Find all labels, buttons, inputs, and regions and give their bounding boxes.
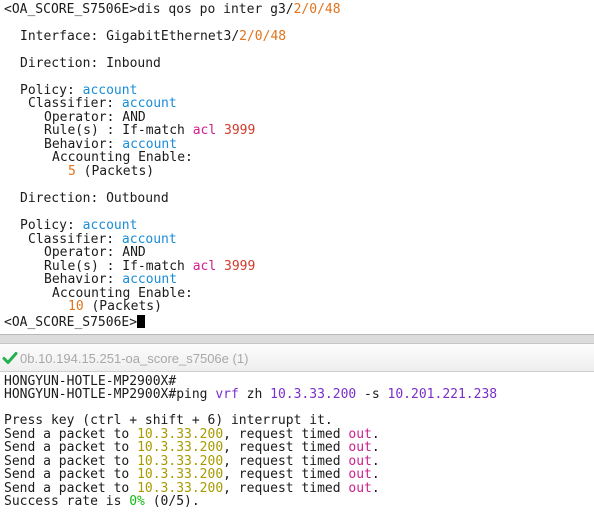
vrf-name: zh bbox=[238, 387, 271, 402]
send-text: , request timed bbox=[223, 467, 349, 482]
terminal-line: HONGYUN-HOTLE-MP2900X#ping vrf zh 10.3.3… bbox=[4, 388, 497, 402]
command-text: dis qos po inter g3/ bbox=[137, 2, 294, 17]
send-text: . bbox=[371, 467, 380, 482]
terminal-line: <OA_SCORE_S7506E> bbox=[4, 315, 146, 330]
terminal-line: Classifier: account bbox=[28, 97, 177, 111]
direction-inbound: Direction: Inbound bbox=[20, 56, 161, 71]
text-cursor bbox=[137, 315, 146, 328]
timeout-text: out bbox=[348, 467, 372, 482]
classifier-label: Classifier: bbox=[28, 96, 122, 111]
press-key-line: Press key (ctrl + shift + 6) interrupt i… bbox=[4, 413, 333, 428]
packet-count: 10 bbox=[68, 299, 84, 314]
send-text: , request timed bbox=[223, 481, 349, 496]
success-label: Success rate is bbox=[4, 494, 130, 509]
terminal-line: 5 (Packets) bbox=[68, 165, 154, 179]
send-text: Send a packet to bbox=[4, 467, 138, 482]
classifier-name: account bbox=[121, 96, 177, 111]
ip-address: 10.3.33.200 bbox=[270, 387, 357, 402]
terminal-line: Rule(s) : If-match acl 3999 bbox=[44, 124, 255, 138]
terminal-line: Interface: GigabitEthernet3/2/0/48 bbox=[20, 30, 286, 44]
packet-count: 5 bbox=[68, 164, 76, 179]
ip-address: 10.3.33.200 bbox=[137, 440, 224, 455]
operator-line: Operator: AND bbox=[44, 245, 146, 260]
option-text: -s bbox=[356, 387, 388, 402]
terminal-line: Behavior: account bbox=[44, 273, 177, 287]
acl-number: 3999 bbox=[224, 259, 256, 274]
send-packet-line: Send a packet to 10.3.33.200, request ti… bbox=[4, 441, 380, 455]
packets-label: (Packets) bbox=[75, 164, 155, 179]
vrf-keyword: vrf bbox=[215, 387, 239, 402]
session-tab-bar: 0b.10.194.15.251-oa_score_s7506e (1) bbox=[0, 344, 594, 372]
terminal-line: 10 (Packets) bbox=[68, 300, 162, 314]
interface-number: 2/0/48 bbox=[239, 29, 287, 44]
command-text: ping bbox=[176, 387, 216, 402]
timeout-text: out bbox=[348, 440, 372, 455]
ip-address: 10.3.33.200 bbox=[137, 467, 224, 482]
session-tab-title[interactable]: 0b.10.194.15.251-oa_score_s7506e (1) bbox=[20, 351, 248, 366]
success-percent: 0% bbox=[129, 494, 145, 509]
behavior-name: account bbox=[122, 272, 178, 287]
behavior-label: Behavior: bbox=[44, 272, 123, 287]
acl-number: 3999 bbox=[224, 123, 256, 138]
send-text: . bbox=[371, 481, 380, 496]
send-packet-line: Send a packet to 10.3.33.200, request ti… bbox=[4, 468, 380, 482]
send-text: , request timed bbox=[223, 440, 349, 455]
accounting-line: Accounting Enable: bbox=[52, 150, 193, 165]
success-rate-line: Success rate is 0% (0/5). bbox=[4, 495, 200, 509]
number-text: 2/0/48 bbox=[293, 2, 341, 17]
terminal-line: <OA_SCORE_S7506E>dis qos po inter g3/2/0… bbox=[4, 3, 341, 17]
success-end: . bbox=[191, 494, 200, 509]
policy-label: Policy: bbox=[20, 218, 83, 233]
prompt: <OA_SCORE_S7506E> bbox=[4, 2, 138, 17]
ip-address: 10.201.221.238 bbox=[387, 387, 498, 402]
acl-keyword: acl bbox=[192, 123, 217, 138]
policy-name: account bbox=[82, 218, 138, 233]
prompt: HONGYUN-HOTLE-MP2900X# bbox=[4, 387, 177, 402]
rule-label: Rule(s) : If-match bbox=[44, 123, 193, 138]
timeout-text: out bbox=[348, 481, 372, 496]
lower-terminal-pane[interactable]: HONGYUN-HOTLE-MP2900X# HONGYUN-HOTLE-MP2… bbox=[0, 372, 594, 526]
send-text: Send a packet to bbox=[4, 440, 138, 455]
interface-label: Interface: GigabitEthernet3/ bbox=[20, 29, 240, 44]
success-fraction: (0/5) bbox=[152, 494, 192, 509]
check-icon bbox=[2, 352, 18, 364]
terminal-line: Policy: account bbox=[20, 219, 137, 233]
upper-terminal-pane[interactable]: <OA_SCORE_S7506E>dis qos po inter g3/2/0… bbox=[0, 0, 594, 334]
pane-splitter[interactable] bbox=[0, 334, 594, 344]
packets-label: (Packets) bbox=[83, 299, 162, 314]
acl-keyword: acl bbox=[192, 259, 217, 274]
prompt: <OA_SCORE_S7506E> bbox=[4, 315, 138, 330]
direction-outbound: Direction: Outbound bbox=[20, 191, 169, 206]
send-text: . bbox=[371, 440, 380, 455]
